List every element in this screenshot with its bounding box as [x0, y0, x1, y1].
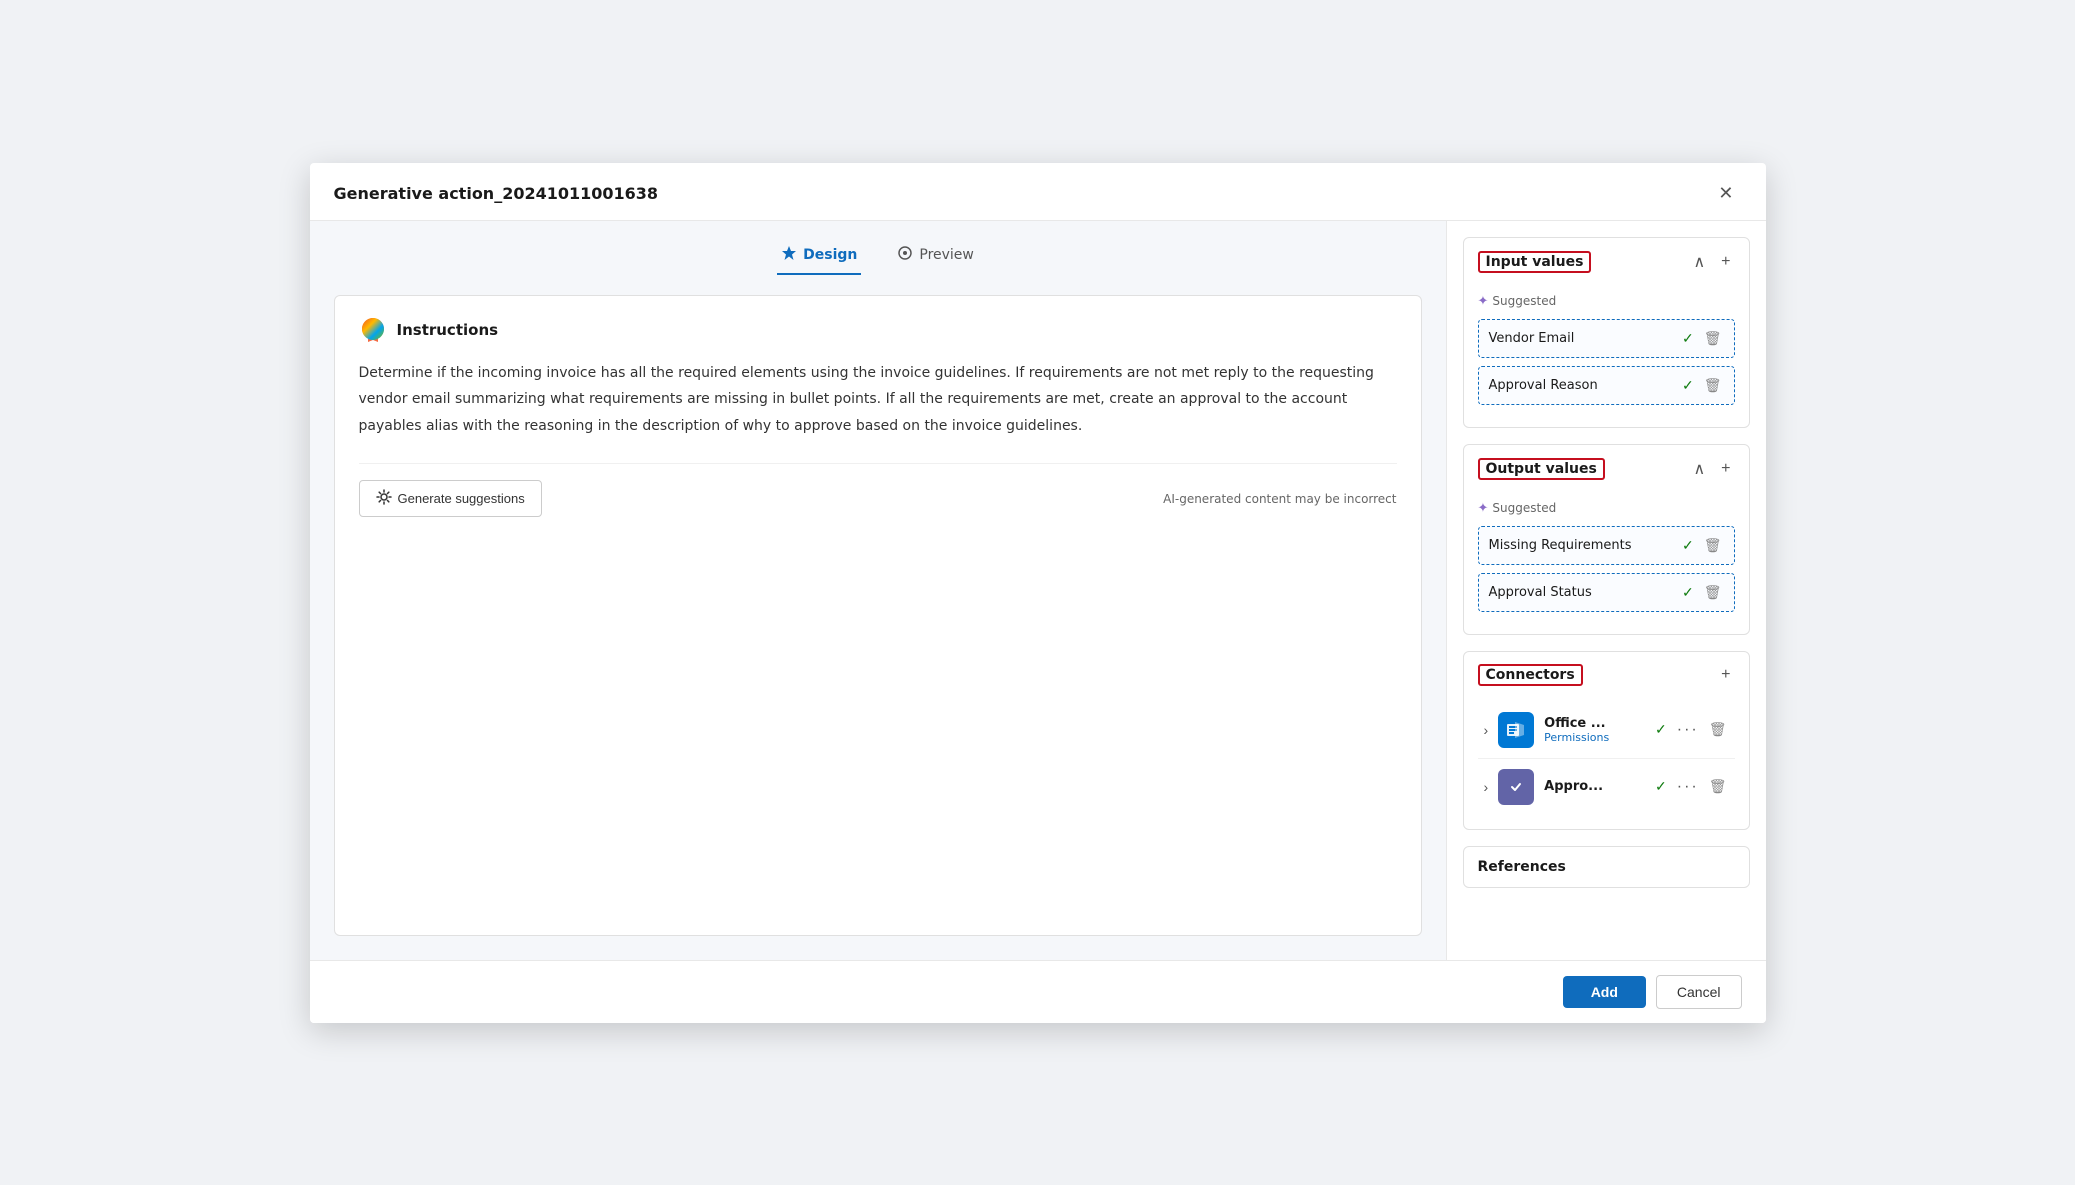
- cancel-button[interactable]: Cancel: [1656, 975, 1742, 1009]
- modal-body: Design Preview: [310, 221, 1766, 960]
- connectors-title-row: Connectors: [1478, 664, 1583, 686]
- input-approval-reason-delete-button[interactable]: 🗑: [1702, 375, 1724, 396]
- output-approval-status-label: Approval Status: [1489, 585, 1674, 600]
- card-footer: Generate suggestions AI-generated conten…: [359, 463, 1397, 517]
- output-values-actions: ∧ +: [1689, 457, 1734, 481]
- input-values-collapse-button[interactable]: ∧: [1689, 250, 1709, 274]
- input-values-actions: ∧ +: [1689, 250, 1734, 274]
- output-values-add-button[interactable]: +: [1717, 458, 1734, 480]
- tab-design-label: Design: [803, 247, 857, 263]
- input-values-title-row: Input values: [1478, 251, 1592, 273]
- input-suggested-icon: ✦: [1478, 294, 1489, 309]
- input-approval-reason-actions: ✓ 🗑: [1680, 375, 1724, 396]
- connector-approvals-name: Appro...: [1544, 779, 1643, 794]
- connector-approvals-delete-button[interactable]: 🗑: [1707, 776, 1729, 797]
- modal-header: Generative action_20241011001638 ✕: [310, 163, 1766, 221]
- output-values-title: Output values: [1478, 458, 1605, 480]
- output-approval-status-delete-button[interactable]: 🗑: [1702, 582, 1724, 603]
- output-missing-req-item: Missing Requirements ✓ 🗑: [1478, 526, 1735, 565]
- connector-office365-delete-button[interactable]: 🗑: [1707, 719, 1729, 740]
- input-values-title: Input values: [1478, 251, 1592, 273]
- ai-disclaimer: AI-generated content may be incorrect: [1163, 492, 1396, 506]
- connectors-add-button[interactable]: +: [1717, 664, 1734, 686]
- instructions-header: Instructions: [359, 316, 1397, 344]
- add-button[interactable]: Add: [1563, 976, 1646, 1008]
- design-tab-icon: [781, 245, 797, 265]
- connector-office365-item: › Office .: [1478, 702, 1735, 759]
- modal-title: Generative action_20241011001638: [334, 184, 659, 203]
- connector-approvals-actions: ✓ ··· 🗑: [1653, 776, 1729, 797]
- output-missing-req-label: Missing Requirements: [1489, 538, 1674, 553]
- connector-office365-actions: ✓ ··· 🗑: [1653, 719, 1729, 740]
- close-button[interactable]: ✕: [1710, 179, 1741, 208]
- input-values-body: ✦ Suggested Vendor Email ✓ 🗑 Approval Re…: [1464, 286, 1749, 427]
- connectors-actions: +: [1717, 664, 1734, 686]
- references-title: References: [1478, 859, 1566, 875]
- input-vendor-email-item: Vendor Email ✓ 🗑: [1478, 319, 1735, 358]
- output-values-collapse-button[interactable]: ∧: [1689, 457, 1709, 481]
- output-missing-req-delete-button[interactable]: 🗑: [1702, 535, 1724, 556]
- input-vendor-email-label: Vendor Email: [1489, 331, 1674, 346]
- connectors-body: › Office .: [1464, 698, 1749, 829]
- input-vendor-email-delete-button[interactable]: 🗑: [1702, 328, 1724, 349]
- references-header: References: [1464, 847, 1749, 887]
- generate-icon: [376, 489, 392, 508]
- tab-preview[interactable]: Preview: [893, 237, 978, 275]
- output-missing-req-check-button[interactable]: ✓: [1680, 535, 1696, 556]
- generate-btn-label: Generate suggestions: [398, 491, 525, 506]
- connector-office365-sub: Permissions: [1544, 731, 1643, 744]
- input-values-section: Input values ∧ + ✦ Suggested V: [1463, 237, 1750, 428]
- instructions-card: Instructions Determine if the incoming i…: [334, 295, 1422, 936]
- modal-container: Generative action_20241011001638 ✕: [310, 163, 1766, 1023]
- output-approval-status-item: Approval Status ✓ 🗑: [1478, 573, 1735, 612]
- connectors-header: Connectors +: [1464, 652, 1749, 698]
- connector-approvals-expand-button[interactable]: ›: [1484, 779, 1489, 795]
- tabs-bar: Design Preview: [334, 221, 1422, 275]
- connector-approvals-more-button[interactable]: ···: [1677, 778, 1699, 796]
- input-vendor-email-check-button[interactable]: ✓: [1680, 328, 1696, 349]
- input-values-header: Input values ∧ +: [1464, 238, 1749, 286]
- input-vendor-email-actions: ✓ 🗑: [1680, 328, 1724, 349]
- left-panel: Design Preview: [310, 221, 1446, 960]
- instructions-title: Instructions: [397, 321, 499, 339]
- preview-tab-icon: [897, 245, 913, 265]
- connector-approvals-item: › Appro...: [1478, 759, 1735, 815]
- output-missing-req-actions: ✓ 🗑: [1680, 535, 1724, 556]
- output-approval-status-actions: ✓ 🗑: [1680, 582, 1724, 603]
- connectors-title: Connectors: [1478, 664, 1583, 686]
- connector-approvals-icon: [1498, 769, 1534, 805]
- connector-office365-name: Office ...: [1544, 716, 1643, 731]
- input-approval-reason-item: Approval Reason ✓ 🗑: [1478, 366, 1735, 405]
- input-approval-reason-check-button[interactable]: ✓: [1680, 375, 1696, 396]
- input-suggested-label: ✦ Suggested: [1478, 294, 1735, 309]
- output-values-title-row: Output values: [1478, 458, 1605, 480]
- modal-footer: Add Cancel: [310, 960, 1766, 1023]
- connector-approvals-info: Appro...: [1544, 779, 1643, 794]
- input-approval-reason-label: Approval Reason: [1489, 378, 1674, 393]
- output-approval-status-check-button[interactable]: ✓: [1680, 582, 1696, 603]
- output-values-section: Output values ∧ + ✦ Suggested: [1463, 444, 1750, 635]
- input-values-add-button[interactable]: +: [1717, 251, 1734, 273]
- output-values-body: ✦ Suggested Missing Requirements ✓ 🗑 App…: [1464, 493, 1749, 634]
- tab-design[interactable]: Design: [777, 237, 861, 275]
- instructions-body: Determine if the incoming invoice has al…: [359, 360, 1397, 440]
- tab-preview-label: Preview: [919, 247, 974, 263]
- connector-office365-info: Office ... Permissions: [1544, 716, 1643, 744]
- connector-office365-check-button[interactable]: ✓: [1653, 719, 1669, 740]
- output-suggested-label: ✦ Suggested: [1478, 501, 1735, 516]
- output-suggested-icon: ✦: [1478, 501, 1489, 516]
- right-panel: Input values ∧ + ✦ Suggested V: [1446, 221, 1766, 960]
- references-section: References: [1463, 846, 1750, 888]
- connector-office365-expand-button[interactable]: ›: [1484, 722, 1489, 738]
- connectors-section: Connectors + ›: [1463, 651, 1750, 830]
- connector-office365-more-button[interactable]: ···: [1677, 721, 1699, 739]
- modal-overlay: Generative action_20241011001638 ✕: [0, 0, 2075, 1185]
- generate-suggestions-button[interactable]: Generate suggestions: [359, 480, 542, 517]
- connector-office365-icon: [1498, 712, 1534, 748]
- copilot-icon: [359, 316, 387, 344]
- output-values-header: Output values ∧ +: [1464, 445, 1749, 493]
- connector-approvals-check-button[interactable]: ✓: [1653, 776, 1669, 797]
